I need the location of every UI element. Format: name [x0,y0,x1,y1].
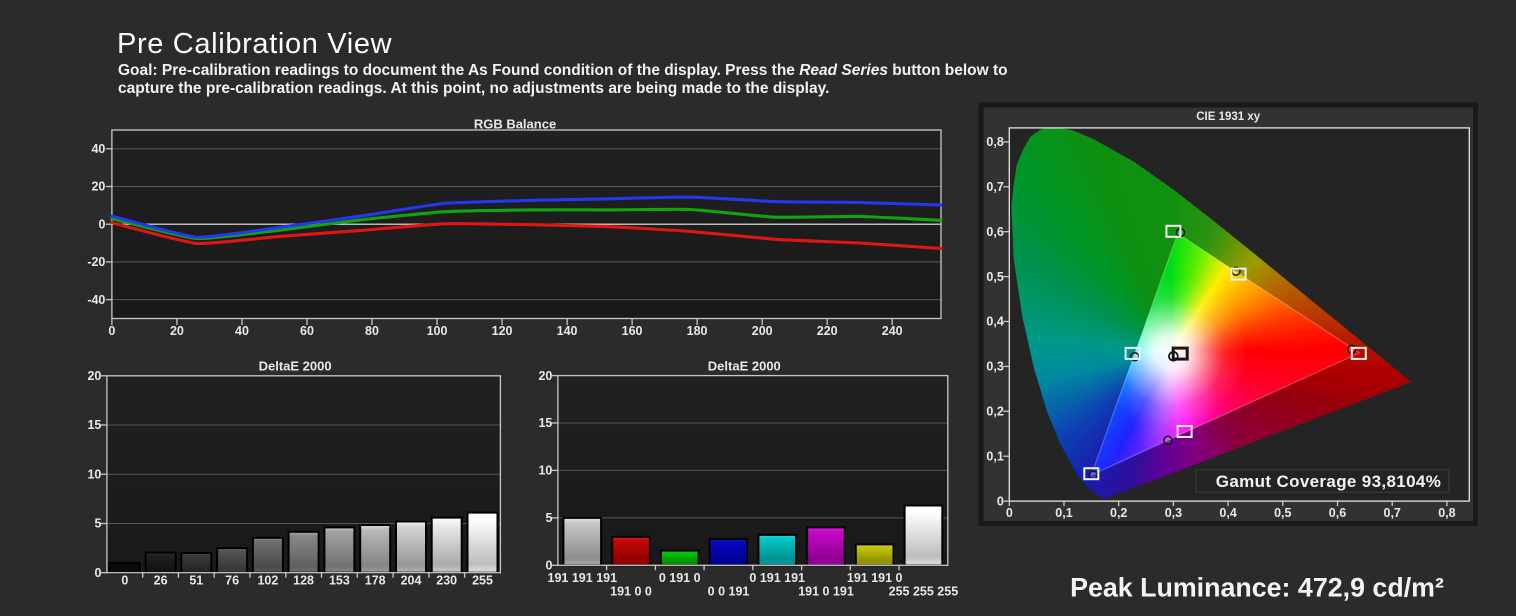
svg-text:Gamut Coverage 93,8104%: Gamut Coverage 93,8104% [1216,472,1441,491]
svg-text:Peak Luminance: 472,9 cd/m²: Peak Luminance: 472,9 cd/m² [1070,573,1444,603]
